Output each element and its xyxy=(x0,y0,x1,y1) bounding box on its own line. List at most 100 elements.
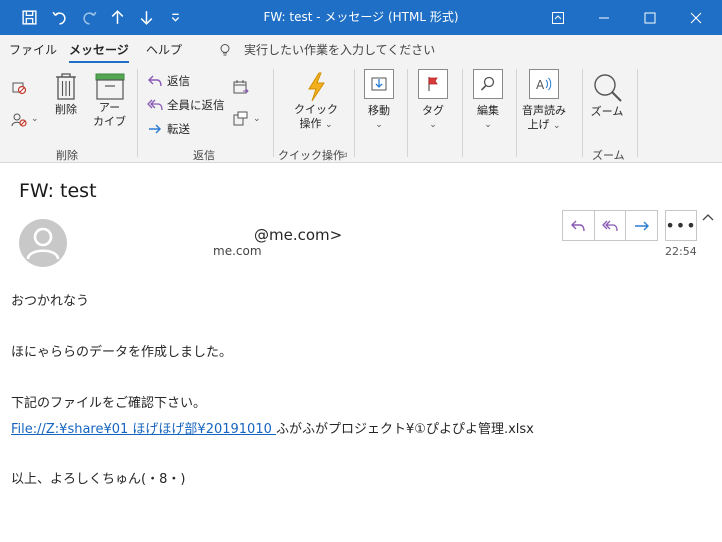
junk-icon xyxy=(11,113,27,127)
group-label-respond: 返信 xyxy=(193,149,215,162)
ribbon-separator xyxy=(637,69,638,157)
collapse-ribbon-icon[interactable] xyxy=(700,211,716,223)
redo-icon[interactable] xyxy=(74,0,104,35)
ribbon-separator xyxy=(273,69,274,157)
ribbon-separator xyxy=(137,69,138,157)
move-label: 移動 xyxy=(368,104,390,117)
reply-icon xyxy=(571,220,586,231)
ignore-button[interactable] xyxy=(11,79,27,95)
body-line-1: おつかれなう xyxy=(11,294,90,309)
chevron-down-icon: ⌄ xyxy=(253,114,261,124)
calendar-reply-icon xyxy=(233,80,249,94)
avatar xyxy=(19,219,67,267)
trash-icon xyxy=(56,73,76,100)
zoom-button[interactable]: ズーム xyxy=(590,71,624,119)
body-line-3: 下記のファイルをご確認下さい。 xyxy=(11,396,207,411)
more-options-button[interactable]: ••• xyxy=(665,210,697,241)
archive-label-2: カイブ xyxy=(93,115,126,128)
message-actions xyxy=(562,210,658,241)
title-bar: FW: test - メッセージ (HTML 形式) xyxy=(0,0,722,35)
forward-icon xyxy=(634,221,649,230)
recipient-address: me.com xyxy=(213,244,262,258)
delete-label: 削除 xyxy=(55,103,77,116)
close-icon[interactable] xyxy=(673,0,719,35)
forward-icon xyxy=(149,124,161,134)
ignore-icon xyxy=(12,82,27,95)
quick-steps-label-2: 操作 ⌄ xyxy=(299,117,333,130)
magnifier-icon xyxy=(473,69,503,99)
dialog-launcher-icon[interactable]: ⊿ xyxy=(341,150,348,159)
zoom-label: ズーム xyxy=(590,105,624,118)
tags-button[interactable]: タグ ⌄ xyxy=(418,69,448,132)
quick-steps-button[interactable]: クイック 操作 ⌄ xyxy=(294,71,338,132)
reply-button[interactable]: 返信 xyxy=(147,73,190,89)
sender-email[interactable]: @me.com> xyxy=(254,226,342,244)
message-subject: FW: test xyxy=(19,180,97,202)
reply-quick-button[interactable] xyxy=(563,211,595,240)
forward-button[interactable]: 転送 xyxy=(147,121,190,137)
more-respond-icon xyxy=(233,111,248,126)
chevron-down-icon: ⌄ xyxy=(429,120,437,130)
received-time: 22:54 xyxy=(665,245,697,258)
chevron-down-icon: ⌄ xyxy=(31,114,39,124)
arrow-down-icon[interactable] xyxy=(131,0,161,35)
tab-file[interactable]: ファイル xyxy=(9,41,57,58)
lightning-icon xyxy=(308,72,325,102)
tell-me-search[interactable]: 実行したい作業を入力してください xyxy=(218,41,435,58)
minimize-icon[interactable] xyxy=(581,0,627,35)
lightbulb-icon xyxy=(220,43,230,55)
menu-bar: ファイル メッセージ ヘルプ 実行したい作業を入力してください xyxy=(0,35,722,63)
read-aloud-button[interactable]: A 音声読み 上げ ⌄ xyxy=(522,69,566,133)
more-respond-button[interactable]: ⌄ xyxy=(233,111,261,127)
zoom-icon xyxy=(594,74,622,102)
more-icon: ••• xyxy=(665,216,697,235)
reply-all-label: 全員に返信 xyxy=(167,98,225,112)
read-aloud-icon: A xyxy=(529,69,559,99)
file-path-rest: ふがふがプロジェクト¥①ぴよぴよ管理.xlsx xyxy=(276,422,534,437)
file-link[interactable]: File://Z:¥share¥01 ほげほげ部¥20191010 xyxy=(11,422,276,437)
tell-me-text: 実行したい作業を入力してください xyxy=(244,43,436,57)
read-aloud-label-2: 上げ ⌄ xyxy=(527,118,561,131)
reply-icon xyxy=(148,75,162,87)
tags-label: タグ xyxy=(422,104,444,117)
group-label-quick-steps: クイック操作 xyxy=(278,149,344,162)
tab-help[interactable]: ヘルプ xyxy=(146,41,182,58)
chevron-down-icon: ⌄ xyxy=(375,120,383,130)
ribbon-separator xyxy=(582,69,583,157)
forward-label: 転送 xyxy=(167,122,190,136)
junk-button[interactable]: ⌄ xyxy=(11,111,39,127)
archive-button[interactable]: アー カイブ xyxy=(93,73,126,129)
chevron-down-icon: ⌄ xyxy=(484,120,492,130)
ribbon-separator xyxy=(354,69,355,157)
body-line-5: 以上、よろしくちゅん(・8・) xyxy=(11,472,186,487)
editing-button[interactable]: 編集 ⌄ xyxy=(473,69,503,132)
ribbon-separator xyxy=(516,69,517,157)
meeting-button[interactable] xyxy=(233,79,249,95)
delete-button[interactable]: 削除 xyxy=(53,71,79,117)
ribbon-separator xyxy=(462,69,463,157)
arrow-up-icon[interactable] xyxy=(102,0,132,35)
quick-steps-label-1: クイック xyxy=(294,103,338,116)
ribbon-separator xyxy=(407,69,408,157)
customize-toolbar-icon[interactable] xyxy=(160,0,190,35)
person-icon xyxy=(26,227,60,260)
maximize-icon[interactable] xyxy=(627,0,673,35)
editing-label: 編集 xyxy=(477,104,499,117)
undo-icon[interactable] xyxy=(44,0,74,35)
reply-all-icon xyxy=(147,99,163,111)
archive-label-1: アー xyxy=(98,101,121,114)
svg-text:A: A xyxy=(536,78,545,92)
reply-all-icon xyxy=(602,220,618,231)
read-aloud-label-1: 音声読み xyxy=(522,104,566,117)
ribbon-display-options-icon[interactable] xyxy=(535,0,581,35)
forward-quick-button[interactable] xyxy=(626,211,657,240)
move-button[interactable]: 移動 ⌄ xyxy=(364,69,394,132)
tab-message[interactable]: メッセージ xyxy=(69,41,129,63)
body-line-2: ほにゃららのデータを作成しました。 xyxy=(11,345,233,360)
reply-all-quick-button[interactable] xyxy=(595,211,627,240)
archive-icon xyxy=(95,73,124,100)
save-icon[interactable] xyxy=(14,0,44,35)
flag-icon xyxy=(418,69,448,99)
ribbon: ⌄ 削除 アー カイブ 削除 返信 全員に返信 転送 ⌄ 返信 クイック 操作 … xyxy=(0,63,722,221)
reply-all-button[interactable]: 全員に返信 xyxy=(147,97,225,113)
